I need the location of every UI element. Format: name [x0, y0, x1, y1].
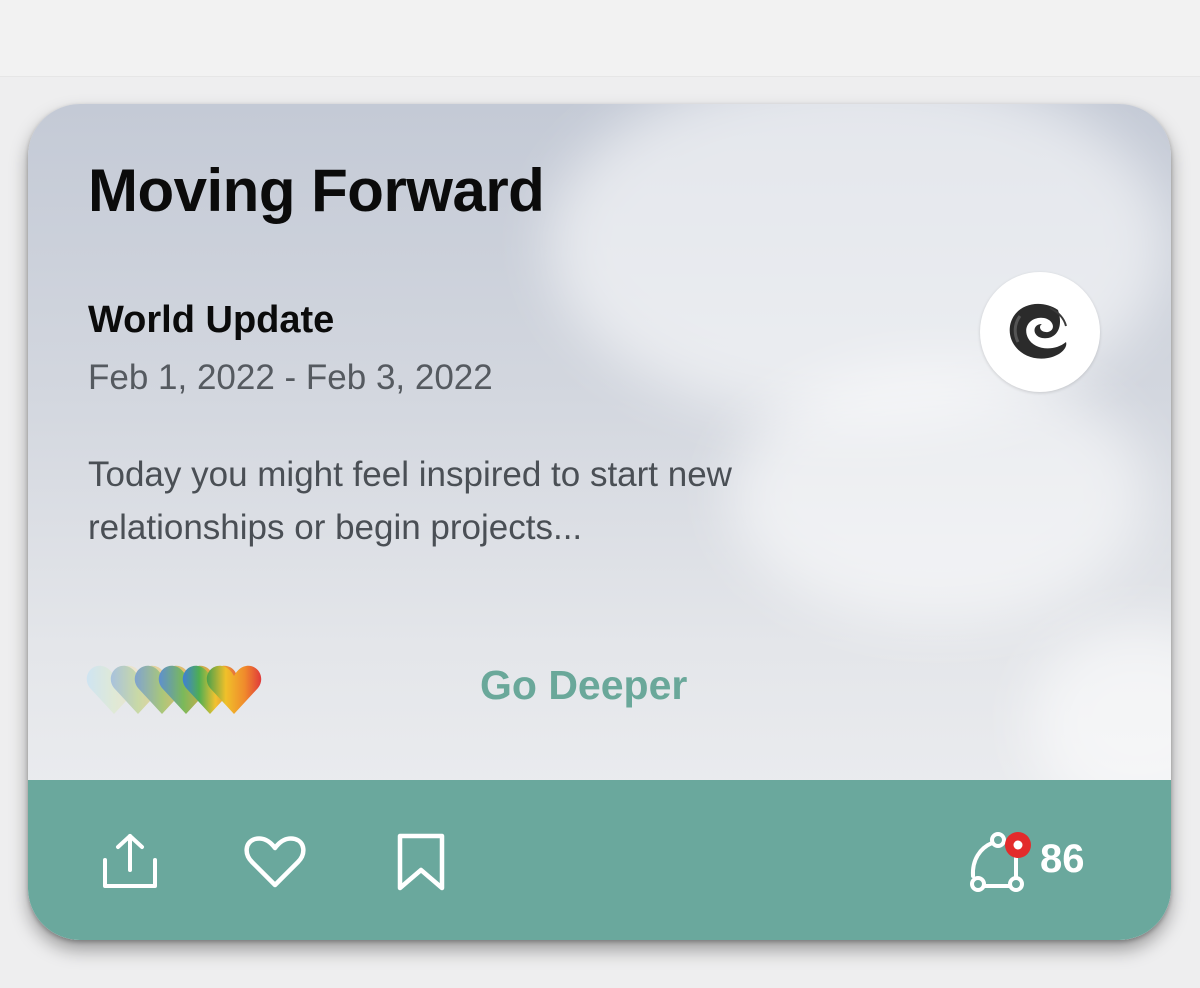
card-description: Today you might feel inspired to start n…: [88, 455, 732, 547]
card-action-bar: 86: [28, 780, 1171, 940]
bookmark-icon[interactable]: [394, 832, 448, 892]
heart-icon[interactable]: [243, 835, 307, 889]
connections-count: 86: [1040, 837, 1085, 881]
date-range: Feb 1, 2022 - Feb 3, 2022: [88, 358, 493, 397]
reading-card[interactable]: Moving Forward World Update Feb 1, 2022 …: [28, 104, 1171, 940]
go-deeper-button[interactable]: Go Deeper: [480, 662, 687, 709]
author-avatar[interactable]: [980, 272, 1100, 392]
brush-swirl-icon: [1009, 303, 1067, 359]
card-title: Moving Forward: [88, 157, 545, 224]
rainbow-hearts-icon: [86, 665, 262, 714]
connections-icon[interactable]: [964, 830, 1040, 892]
card-subtitle: World Update: [88, 299, 335, 341]
top-bar: [0, 0, 1200, 77]
share-icon[interactable]: [100, 832, 160, 890]
